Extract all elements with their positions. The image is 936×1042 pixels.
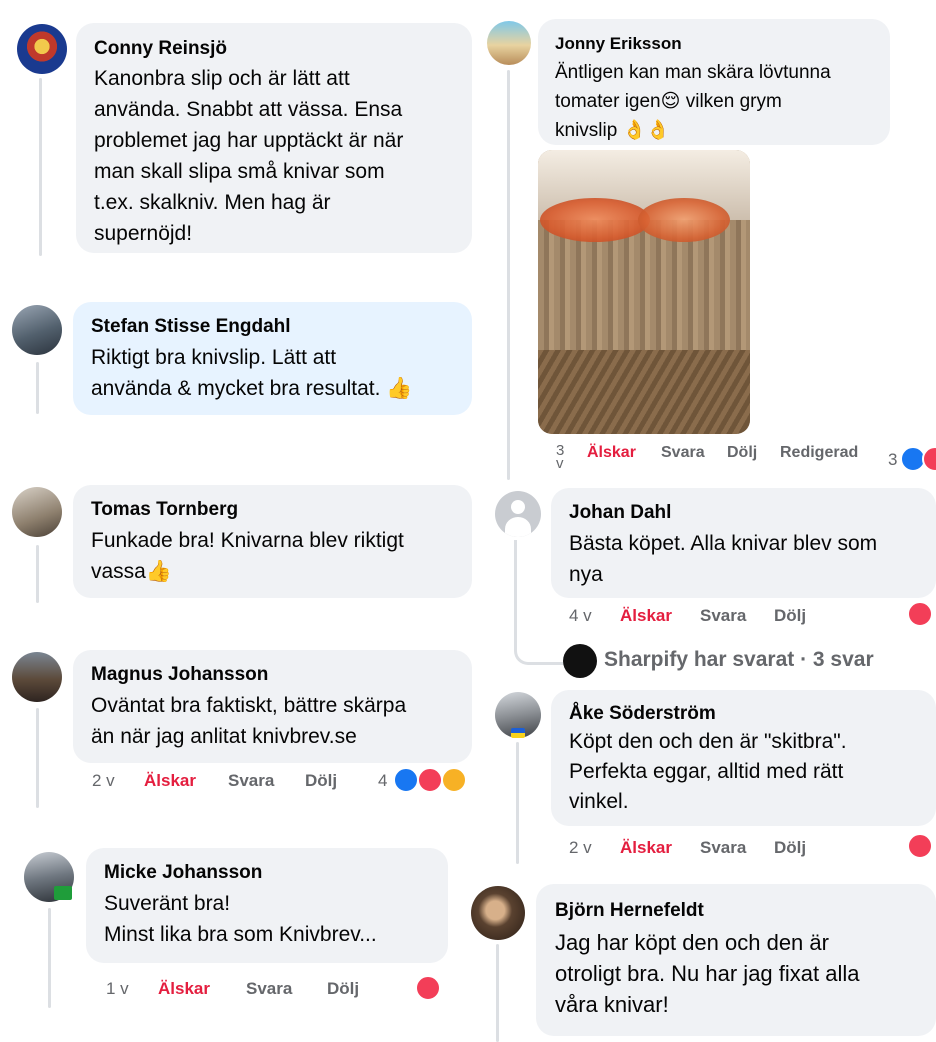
comment-time[interactable]: 3 v (556, 443, 564, 471)
comment-time[interactable]: 2 v (92, 771, 115, 791)
love-reaction-button[interactable]: Älskar (144, 771, 196, 791)
avatar-body (505, 517, 531, 537)
reply-button[interactable]: Svara (246, 979, 292, 999)
love-reaction-icon (922, 446, 936, 472)
comment-text: Riktigt bra knivslip. Lätt att använda &… (91, 346, 381, 400)
love-reaction-icon[interactable] (907, 833, 933, 859)
relieved-face-emoji-icon: 😌 (660, 91, 681, 112)
hide-button[interactable]: Dölj (727, 444, 757, 462)
comment-author[interactable]: Stefan Stisse Engdahl (91, 315, 454, 339)
thumbs-up-emoji-icon: 👍 (145, 560, 173, 583)
haha-reaction-icon (441, 767, 467, 793)
avatar[interactable] (12, 305, 62, 355)
reply-button[interactable]: Svara (700, 606, 746, 626)
flag-badge-icon (54, 886, 72, 900)
comment-actions: 3 v Älskar Svara Dölj Redigerad (556, 443, 876, 474)
thread-line (516, 742, 519, 864)
thread-line (48, 908, 51, 1008)
comment-bubble: Magnus Johansson Oväntat bra faktiskt, b… (73, 650, 472, 763)
comment-actions: 4 v Älskar Svara Dölj (569, 606, 889, 628)
comment-bubble: Micke Johansson Suveränt bra! Minst lika… (86, 848, 448, 963)
comment-author[interactable]: Jonny Eriksson (555, 32, 873, 56)
like-reaction-icon (393, 767, 419, 793)
thumbs-up-emoji-icon: 👍 (386, 377, 413, 400)
comment-author[interactable]: Åke Söderström (569, 702, 918, 726)
comment-text: Funkade bra! Knivarna blev riktigt vassa (91, 529, 404, 583)
comment-text: Bästa köpet. Alla knivar blev som nya (569, 532, 878, 586)
comment-author[interactable]: Tomas Tornberg (91, 498, 454, 522)
hide-button[interactable]: Dölj (305, 771, 337, 791)
comment-text: Kanonbra slip och är lätt att använda. S… (94, 67, 404, 245)
comment-author[interactable]: Björn Hernefeldt (555, 899, 917, 923)
comment-author[interactable]: Conny Reinsjö (94, 37, 454, 61)
tomato-slice (638, 198, 730, 242)
comment-author[interactable]: Magnus Johansson (91, 663, 454, 687)
avatar[interactable] (487, 21, 531, 65)
photo-wood-edge (538, 350, 750, 434)
love-reaction-icon (417, 767, 443, 793)
comment-text: Jag har köpt den och den är otroligt bra… (555, 930, 860, 1017)
default-avatar-icon[interactable] (495, 491, 541, 537)
comment-bubble: Tomas Tornberg Funkade bra! Knivarna ble… (73, 485, 472, 598)
attached-photo[interactable] (538, 150, 750, 434)
comment-text: Oväntat bra faktiskt, bättre skärpa än n… (91, 694, 407, 748)
comment-bubble: Conny Reinsjö Kanonbra slip och är lätt … (76, 23, 472, 253)
reply-button[interactable]: Svara (700, 838, 746, 858)
comment-actions: 2 v Älskar Svara Dölj (569, 838, 889, 860)
love-reaction-button[interactable]: Älskar (587, 444, 636, 462)
avatar-head (511, 500, 525, 514)
hide-button[interactable]: Dölj (774, 838, 806, 858)
thread-line (39, 78, 42, 256)
avatar[interactable] (12, 652, 62, 702)
reply-button[interactable]: Svara (228, 771, 274, 791)
thread-line (36, 545, 39, 603)
thread-line (507, 70, 510, 480)
edited-label[interactable]: Redigerad (780, 444, 858, 462)
comment-time[interactable]: 2 v (569, 838, 592, 858)
hide-button[interactable]: Dölj (774, 606, 806, 626)
avatar[interactable] (17, 24, 67, 74)
view-replies-link[interactable]: Sharpify har svarat · 3 svar (604, 648, 874, 672)
comment-bubble: Björn Hernefeldt Jag har köpt den och de… (536, 884, 936, 1036)
comment-bubble: Johan Dahl Bästa köpet. Alla knivar blev… (551, 488, 936, 598)
comment-time[interactable]: 4 v (569, 606, 592, 626)
thread-line (496, 944, 499, 1042)
flag-badge-icon (511, 728, 525, 738)
avatar[interactable] (12, 487, 62, 537)
comment-author[interactable]: Micke Johansson (104, 861, 430, 885)
comment-time[interactable]: 1 v (106, 979, 129, 999)
ok-hand-emoji-icon: 👌👌 (622, 120, 670, 141)
comment-bubble: Jonny Eriksson Äntligen kan man skära lö… (538, 19, 890, 145)
reaction-count[interactable]: 4 (378, 771, 387, 791)
reply-button[interactable]: Svara (661, 444, 705, 462)
hide-button[interactable]: Dölj (327, 979, 359, 999)
love-reaction-button[interactable]: Älskar (158, 979, 210, 999)
comment-actions: 1 v Älskar Svara Dölj (106, 979, 446, 1001)
avatar[interactable] (471, 886, 525, 940)
love-reaction-button[interactable]: Älskar (620, 838, 672, 858)
comment-bubble: Stefan Stisse Engdahl Riktigt bra knivsl… (73, 302, 472, 415)
comment-bubble: Åke Söderström Köpt den och den är "skit… (551, 690, 936, 826)
reaction-count[interactable]: 3 (888, 450, 897, 470)
love-reaction-icon[interactable] (415, 975, 441, 1001)
love-reaction-button[interactable]: Älskar (620, 606, 672, 626)
comment-text: Suveränt bra! Minst lika bra som Knivbre… (104, 892, 377, 946)
thread-line (36, 708, 39, 808)
sharpify-avatar[interactable] (563, 644, 597, 678)
comment-text: Köpt den och den är "skitbra". Perfekta … (569, 730, 847, 813)
thread-line (36, 362, 39, 414)
tomato-slice (540, 198, 650, 242)
comment-author[interactable]: Johan Dahl (569, 501, 918, 525)
love-reaction-icon[interactable] (907, 601, 933, 627)
